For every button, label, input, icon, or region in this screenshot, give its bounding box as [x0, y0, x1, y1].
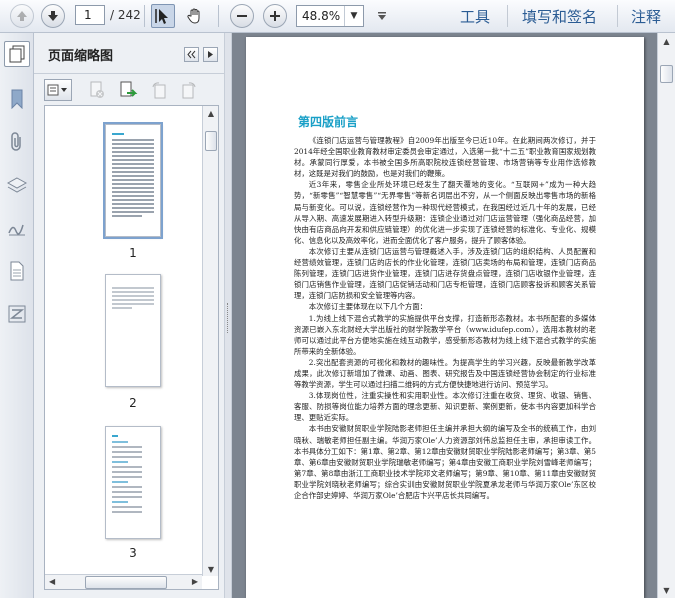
toolbar-divider — [507, 5, 508, 27]
scroll-left-arrow-icon[interactable]: ◀ — [49, 577, 55, 586]
paragraph: 1.为线上线下混合式教学的实施提供平台支撑，打造新形态教材。本书所配套的多媒体资… — [294, 313, 596, 356]
options-menu-button[interactable] — [44, 79, 72, 101]
plus-icon — [270, 11, 280, 21]
bookmark-icon — [11, 89, 22, 109]
paragraph: 近3年来，零售企业所处环境已经发生了翻天覆地的变化。“互联网+”成为一种大趋势，… — [294, 180, 596, 245]
paperclip-icon — [10, 131, 21, 151]
thumbnail-panel: 页面缩略图 1 2 3 ▲ ▼ ◀ ▶ — [34, 33, 224, 598]
insert-page-icon — [120, 81, 138, 97]
scrollbar-thumb[interactable] — [205, 131, 217, 151]
expand-panel-button[interactable] — [203, 47, 218, 62]
document-body: 《连锁门店运营与管理教程》自2009年出版至今已近10年。在此期间两次修订，并于… — [294, 135, 596, 501]
thumbnail-label: 1 — [129, 246, 137, 260]
document-scrollbar[interactable]: ▲ ▼ — [657, 33, 675, 598]
toolbar-options-button[interactable] — [374, 4, 390, 28]
document-icon — [10, 261, 23, 280]
tags-icon — [8, 305, 25, 322]
rotate-left-button[interactable] — [148, 79, 170, 101]
paragraph: 本书由安徽财贸职业学院陆影老师担任主编并承担大纲的编写及全书的统稿工作，由刘晓秋… — [294, 424, 596, 500]
scrollbar-thumb[interactable] — [660, 65, 673, 83]
arrow-up-icon — [17, 11, 27, 21]
rotate-right-button[interactable] — [178, 79, 200, 101]
double-chevron-left-icon — [187, 50, 196, 59]
thumbnail-label: 3 — [129, 546, 137, 560]
bookmarks-rail-button[interactable] — [6, 88, 27, 109]
thumbnail-tools — [34, 75, 224, 105]
paragraph: 《连锁门店运营与管理教程》自2009年出版至今已近10年。在此期间两次修订，并于… — [294, 136, 596, 179]
delete-page-icon — [90, 81, 104, 98]
scroll-up-arrow-icon[interactable]: ▲ — [203, 106, 218, 120]
signatures-rail-button[interactable] — [6, 217, 27, 238]
zoom-in-button[interactable] — [263, 4, 287, 28]
document-page: 第四版前言 《连锁门店运营与管理教程》自2009年出版至今已近10年。在此期间两… — [246, 37, 644, 598]
main-toolbar: 1 / 242 48.8% ▼ 工具 填写和签名 注释 — [0, 0, 675, 33]
chevron-down-icon[interactable]: ▼ — [344, 6, 363, 26]
list-options-icon — [47, 84, 67, 96]
rotate-right-icon — [182, 82, 196, 99]
collapse-panel-button[interactable] — [184, 47, 199, 62]
scroll-up-arrow-icon[interactable]: ▲ — [658, 33, 675, 49]
arrow-down-icon — [48, 11, 58, 21]
paragraph: 本次修订主要体现在以下几个方面： — [308, 302, 428, 312]
page-thumbnail[interactable] — [105, 274, 161, 387]
comment-button[interactable]: 注释 — [631, 6, 661, 27]
panel-title: 页面缩略图 — [48, 49, 114, 64]
thumbnail-panel-header: 页面缩略图 — [34, 33, 224, 74]
select-tool-button[interactable] — [151, 4, 175, 28]
paragraph: 3.体现岗位性，注重实操性和实用职业性。本次修订注重在收货、理货、收银、销售、客… — [294, 391, 596, 423]
zoom-select[interactable]: 48.8% ▼ — [296, 5, 364, 27]
paragraph: 本次修订主要从连锁门店运营与管理概述入手，涉及连锁门店的组织结构、人员配置和经营… — [294, 246, 596, 301]
delete-pages-button[interactable] — [86, 79, 108, 101]
paragraph: 2.突出配套资源的可视化和教材的趣味性。为提高学生的学习兴趣，反映最新教学改革成… — [294, 357, 596, 390]
page-thumbnails-rail-button[interactable] — [4, 41, 30, 67]
panel-splitter[interactable] — [224, 33, 232, 598]
thumbnail-scrollbar[interactable]: ▲ ▼ — [202, 106, 218, 576]
page-number-input[interactable]: 1 — [75, 5, 105, 25]
tools-button[interactable]: 工具 — [460, 6, 490, 27]
toolbar-divider — [218, 5, 219, 27]
scroll-right-arrow-icon[interactable]: ▶ — [192, 577, 198, 586]
more-options-icon — [378, 12, 386, 20]
extract-pages-button[interactable] — [118, 79, 140, 101]
minus-icon — [237, 15, 247, 17]
document-viewport: 第四版前言 《连锁门店运营与管理教程》自2009年出版至今已近10年。在此期间两… — [232, 33, 657, 598]
zoom-value: 48.8% — [302, 9, 341, 23]
tags-rail-button[interactable] — [6, 303, 27, 324]
page-thumbnail[interactable] — [105, 426, 161, 539]
toolbar-divider — [144, 5, 145, 27]
rotate-left-icon — [152, 82, 166, 99]
section-heading: 第四版前言 — [298, 115, 359, 129]
thumbnail-h-scrollbar[interactable]: ◀ ▶ — [45, 574, 202, 589]
next-page-button[interactable] — [41, 4, 65, 28]
zoom-out-button[interactable] — [230, 4, 254, 28]
thumbnail-label: 2 — [129, 396, 137, 410]
content-rail-button[interactable] — [6, 260, 27, 281]
play-right-icon — [208, 51, 213, 58]
layers-icon — [6, 176, 27, 193]
page-total-label: / 242 — [110, 8, 141, 22]
signature-icon — [7, 224, 25, 235]
fill-and-sign-button[interactable]: 填写和签名 — [522, 6, 597, 27]
attachments-rail-button[interactable] — [6, 131, 27, 152]
scroll-down-arrow-icon[interactable]: ▼ — [658, 582, 675, 598]
hand-tool-button[interactable] — [183, 4, 207, 28]
previous-page-button[interactable] — [10, 4, 34, 28]
scrollbar-thumb[interactable] — [85, 576, 167, 589]
thumbnail-list: 1 2 3 ▲ ▼ ◀ ▶ — [44, 105, 219, 590]
scroll-down-arrow-icon[interactable]: ▼ — [203, 562, 218, 576]
hand-icon — [187, 8, 200, 24]
layers-rail-button[interactable] — [6, 174, 27, 195]
toolbar-divider — [617, 5, 618, 27]
pages-icon — [9, 45, 25, 63]
page-thumbnail[interactable] — [103, 122, 163, 239]
cursor-arrow-icon — [155, 9, 168, 24]
navigation-rail — [0, 33, 34, 598]
splitter-grip-icon — [227, 303, 230, 333]
